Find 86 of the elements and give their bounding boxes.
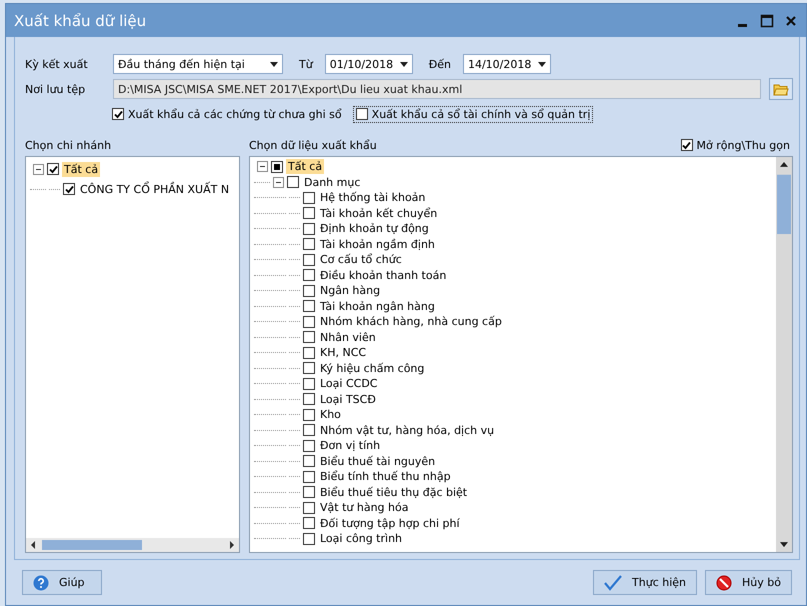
- checkbox[interactable]: [63, 183, 75, 195]
- folder-icon: [773, 82, 789, 96]
- tree-item[interactable]: Biểu thuế tiêu thụ đặc biệt: [318, 484, 470, 500]
- cancel-icon: [716, 574, 732, 590]
- tree-item[interactable]: Đơn vị tính: [318, 438, 382, 454]
- close-icon[interactable]: [784, 14, 798, 28]
- tree-item[interactable]: Loại TSCĐ: [318, 392, 378, 407]
- checkbox[interactable]: [356, 108, 368, 120]
- tree-item[interactable]: Ngân hàng: [318, 283, 382, 298]
- checkbox[interactable]: [680, 139, 693, 151]
- tree-item[interactable]: Biểu thuế tài nguyên: [318, 454, 438, 469]
- tree-item[interactable]: Tất cả: [286, 159, 324, 174]
- checkbox[interactable]: [303, 284, 315, 297]
- panel-title: Chọn chi nhánh: [25, 138, 112, 152]
- tree-item[interactable]: Tài khoản ngân hàng: [318, 298, 437, 314]
- vertical-scrollbar[interactable]: [776, 157, 792, 552]
- tree-item[interactable]: Tài khoản ngầm định: [318, 236, 437, 252]
- field-label: Nơi lưu tệp: [25, 82, 86, 96]
- checkbox[interactable]: [303, 486, 315, 498]
- checkbox[interactable]: [271, 160, 283, 173]
- checkbox[interactable]: [303, 300, 315, 312]
- checkbox[interactable]: [303, 408, 315, 421]
- checkbox[interactable]: [303, 269, 315, 282]
- tree-item[interactable]: Biểu tính thuế thu nhập: [318, 469, 453, 484]
- checkbox[interactable]: [303, 424, 315, 436]
- tree-item[interactable]: Tất cả: [62, 162, 100, 176]
- field-label: Từ: [299, 58, 313, 70]
- checkmark-icon: [604, 574, 622, 590]
- help-button[interactable]: Giúp: [22, 570, 102, 595]
- checkbox[interactable]: [47, 163, 59, 175]
- checkbox[interactable]: [303, 440, 315, 452]
- tree-item[interactable]: Định khoản tự động: [318, 221, 431, 236]
- tree-item[interactable]: Vật tư hàng hóa: [318, 500, 410, 516]
- checkbox-label: Xuất khẩu cả các chứng từ chưa ghi sổ: [128, 108, 342, 120]
- checkbox[interactable]: [303, 238, 315, 250]
- checkbox[interactable]: [303, 470, 315, 483]
- help-icon: [33, 574, 49, 590]
- date-field[interactable]: 01/10/2018: [324, 54, 413, 74]
- tree-item[interactable]: Loại CCDC: [318, 376, 380, 392]
- tree-item[interactable]: Cơ cấu tổ chức: [318, 252, 404, 268]
- checkbox[interactable]: [303, 346, 315, 359]
- checkbox[interactable]: [303, 362, 315, 374]
- tree-item[interactable]: Danh mục: [302, 174, 362, 190]
- tree-item[interactable]: Điều khoản thanh toán: [318, 268, 448, 283]
- window-title: Xuất khẩu dữ liệu: [14, 12, 148, 30]
- maximize-icon[interactable]: [760, 14, 774, 28]
- tree-item[interactable]: Kho: [318, 407, 343, 422]
- field-label: Đến: [428, 58, 451, 70]
- period-dropdown[interactable]: Đầu tháng đến hiện tại: [113, 54, 283, 74]
- checkbox[interactable]: [303, 331, 315, 344]
- checkbox[interactable]: [303, 393, 315, 406]
- checkbox-label: Xuất khẩu cả sổ tài chính và sổ quản trị: [372, 108, 590, 120]
- tree-item[interactable]: Nhân viên: [318, 330, 378, 345]
- date-field[interactable]: 14/10/2018: [462, 54, 551, 74]
- checkbox[interactable]: [112, 108, 124, 120]
- checkbox[interactable]: [303, 207, 315, 220]
- tree-item[interactable]: Loại công trình: [318, 531, 404, 546]
- collapse-icon[interactable]: [257, 161, 268, 172]
- checkbox[interactable]: [303, 532, 315, 545]
- tree-item[interactable]: Tài khoản kết chuyển: [318, 206, 440, 221]
- checkbox[interactable]: [303, 192, 315, 204]
- panel-title: Chọn dữ liệu xuất khẩu: [249, 138, 377, 152]
- tree-item[interactable]: Nhóm vật tư, hàng hóa, dịch vụ: [318, 422, 496, 438]
- checkbox[interactable]: [287, 176, 299, 188]
- ok-button[interactable]: Thực hiện: [593, 570, 698, 595]
- checkbox[interactable]: [303, 517, 315, 530]
- field-label: Kỳ kết xuất: [25, 58, 89, 70]
- collapse-icon[interactable]: [33, 164, 44, 174]
- tree-item[interactable]: Đối tượng tập hợp chi phí: [318, 516, 462, 531]
- checkbox[interactable]: [303, 502, 315, 514]
- tree-item[interactable]: Nhóm khách hàng, nhà cung cấp: [318, 314, 504, 330]
- horizontal-scrollbar[interactable]: [26, 538, 239, 552]
- checkbox[interactable]: [303, 222, 315, 235]
- path-field[interactable]: D:\MISA JSC\MISA SME.NET 2017\Export\Du lieu xuat khau.xml: [113, 79, 761, 99]
- checkbox[interactable]: [303, 254, 315, 266]
- tree-item[interactable]: CÔNG TY CỔ PHẦN XUẤT N: [78, 182, 232, 196]
- checkbox[interactable]: [303, 378, 315, 390]
- cancel-button[interactable]: Hủy bỏ: [705, 570, 792, 595]
- tree-item[interactable]: KH, NCC: [318, 345, 368, 360]
- tree-item[interactable]: Hệ thống tài khoản: [318, 190, 428, 206]
- collapse-icon[interactable]: [273, 176, 284, 188]
- tree-item[interactable]: Ký hiệu chấm công: [318, 360, 426, 376]
- checkbox[interactable]: [303, 316, 315, 328]
- checkbox[interactable]: [303, 455, 315, 468]
- browse-button[interactable]: [769, 78, 793, 100]
- checkbox-label: Mở rộng\Thu gọn: [696, 138, 790, 152]
